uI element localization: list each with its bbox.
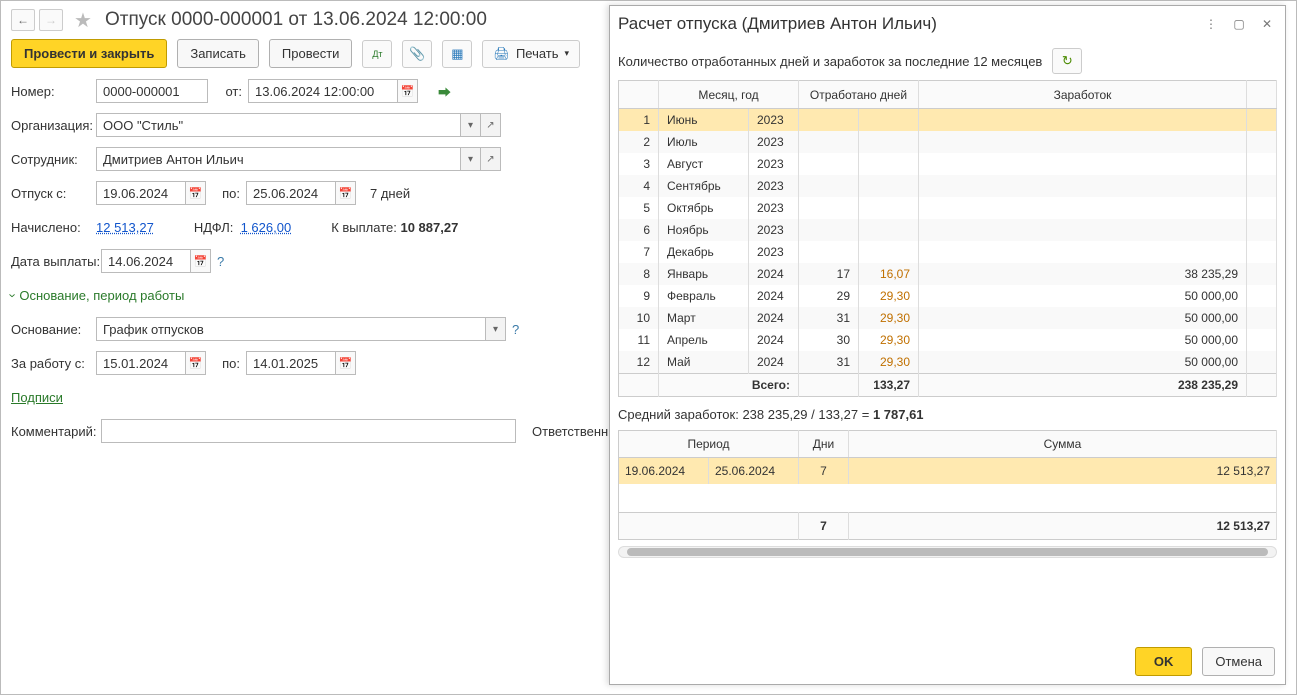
employee-open-icon[interactable]: ↗ <box>481 147 501 171</box>
from-label: от: <box>208 84 248 99</box>
post-and-close-button[interactable]: Провести и закрыть <box>11 39 167 68</box>
table-row[interactable]: 8Январь20241716,0738 235,29 <box>619 263 1277 285</box>
number-input[interactable]: 0000-000001 <box>96 79 208 103</box>
table-row[interactable]: 5Октябрь2023 <box>619 197 1277 219</box>
workfrom-input[interactable]: 15.01.2024 <box>96 351 186 375</box>
close-icon[interactable]: ✕ <box>1257 14 1277 34</box>
basis-help-icon[interactable]: ? <box>512 322 519 337</box>
th-days: Отработано дней <box>799 81 919 109</box>
structure-icon[interactable]: ▦ <box>442 40 472 68</box>
table-row[interactable]: 1Июнь2023 <box>619 109 1277 132</box>
maximize-icon[interactable]: ▢ <box>1229 14 1249 34</box>
th-month: Месяц, год <box>659 81 799 109</box>
chevron-down-icon: ▾ <box>565 48 570 59</box>
paydate-input[interactable]: 14.06.2024 <box>101 249 191 273</box>
table-row[interactable]: 7Декабрь2023 <box>619 241 1277 263</box>
favorite-icon[interactable]: ★ <box>71 8 95 32</box>
vacation-from-picker-icon[interactable]: 📅 <box>186 181 206 205</box>
paydate-help-icon[interactable]: ? <box>217 254 224 269</box>
page-title: Отпуск 0000-000001 от 13.06.2024 12:00:0… <box>105 9 487 31</box>
accrued-link[interactable]: 12 513,27 <box>96 220 154 235</box>
number-label: Номер: <box>11 84 96 99</box>
basis-label: Основание: <box>11 322 96 337</box>
workfrom-picker-icon[interactable]: 📅 <box>186 351 206 375</box>
topay-label: К выплате: <box>331 220 397 235</box>
dtct-icon[interactable]: Дт <box>362 40 392 68</box>
vacation-from-label: Отпуск с: <box>11 186 96 201</box>
period-table: Период Дни Сумма 19.06.2024 25.06.2024 7… <box>618 430 1277 540</box>
printer-icon: 🖨 <box>493 46 510 62</box>
th2-sum: Сумма <box>849 431 1277 458</box>
topay-value: 10 887,27 <box>400 220 458 235</box>
panel-title: Расчет отпуска (Дмитриев Антон Ильич) <box>618 14 1193 34</box>
post-button[interactable]: Провести <box>269 39 353 68</box>
foot2-sum: 12 513,27 <box>849 512 1277 539</box>
table-row[interactable]: 9Февраль20242929,3050 000,00 <box>619 285 1277 307</box>
table-row[interactable]: 4Сентябрь2023 <box>619 175 1277 197</box>
date-picker-icon[interactable]: 📅 <box>398 79 418 103</box>
more-icon[interactable]: ⋮ <box>1201 14 1221 34</box>
foot2-days: 7 <box>799 512 849 539</box>
th2-period: Период <box>619 431 799 458</box>
vacation-from-input[interactable]: 19.06.2024 <box>96 181 186 205</box>
cancel-button[interactable]: Отмена <box>1202 647 1275 676</box>
org-input[interactable]: ООО "Стиль" <box>96 113 461 137</box>
attach-small-icon[interactable]: ⮕ <box>438 82 451 101</box>
org-dropdown-icon[interactable]: ▾ <box>461 113 481 137</box>
avg-text: Средний заработок: 238 235,29 / 133,27 = <box>618 407 873 422</box>
date-input[interactable]: 13.06.2024 12:00:00 <box>248 79 398 103</box>
ndfl-link[interactable]: 1 626,00 <box>241 220 292 235</box>
vacation-days-text: 7 дней <box>370 186 410 201</box>
table-row[interactable]: 3Август2023 <box>619 153 1277 175</box>
scrollbar-thumb[interactable] <box>627 548 1268 556</box>
workto-picker-icon[interactable]: 📅 <box>336 351 356 375</box>
th-earnings: Заработок <box>919 81 1247 109</box>
basis-group-toggle[interactable]: ›Основание, период работы <box>11 288 184 303</box>
paydate-label: Дата выплаты: <box>11 254 101 269</box>
ok-button[interactable]: OK <box>1135 647 1193 676</box>
foot-norm: 133,27 <box>859 374 919 397</box>
earnings-table: Месяц, год Отработано дней Заработок 1Ию… <box>618 80 1277 397</box>
foot-label: Всего: <box>659 374 799 397</box>
foot-earn: 238 235,29 <box>919 374 1247 397</box>
paydate-picker-icon[interactable]: 📅 <box>191 249 211 273</box>
period-row[interactable]: 19.06.2024 25.06.2024 7 12 513,27 <box>619 458 1277 485</box>
table-row[interactable]: 2Июль2023 <box>619 131 1277 153</box>
comment-label: Комментарий: <box>11 424 101 439</box>
save-button[interactable]: Записать <box>177 39 259 68</box>
ndfl-label: НДФЛ: <box>194 220 234 235</box>
comment-input[interactable] <box>101 419 516 443</box>
vacation-to-picker-icon[interactable]: 📅 <box>336 181 356 205</box>
horizontal-scrollbar[interactable] <box>618 546 1277 558</box>
vacation-to-input[interactable]: 25.06.2024 <box>246 181 336 205</box>
employee-label: Сотрудник: <box>11 152 96 167</box>
workto-input[interactable]: 14.01.2025 <box>246 351 336 375</box>
table-row[interactable]: 10Март20243129,3050 000,00 <box>619 307 1277 329</box>
signatures-link[interactable]: Подписи <box>11 390 63 405</box>
table-row[interactable]: 12Май20243129,3050 000,00 <box>619 351 1277 374</box>
attachment-icon[interactable]: 📎 <box>402 40 432 68</box>
employee-input[interactable]: Дмитриев Антон Ильич <box>96 147 461 171</box>
table-row[interactable]: 11Апрель20243029,3050 000,00 <box>619 329 1277 351</box>
refresh-button[interactable]: ↻ <box>1052 48 1082 74</box>
org-open-icon[interactable]: ↗ <box>481 113 501 137</box>
print-button[interactable]: 🖨 Печать ▾ <box>482 40 580 68</box>
workto-label: по: <box>206 356 246 371</box>
vacation-to-label: по: <box>206 186 246 201</box>
basis-dropdown-icon[interactable]: ▾ <box>486 317 506 341</box>
th2-days: Дни <box>799 431 849 458</box>
basis-input[interactable]: График отпусков <box>96 317 486 341</box>
forward-button[interactable]: → <box>39 9 63 31</box>
org-label: Организация: <box>11 118 96 133</box>
avg-value: 1 787,61 <box>873 407 924 422</box>
workfrom-label: За работу с: <box>11 356 96 371</box>
accrued-label: Начислено: <box>11 220 96 235</box>
table-row[interactable]: 6Ноябрь2023 <box>619 219 1277 241</box>
back-button[interactable]: ← <box>11 9 35 31</box>
employee-dropdown-icon[interactable]: ▾ <box>461 147 481 171</box>
panel-subtitle: Количество отработанных дней и заработок… <box>618 54 1042 69</box>
